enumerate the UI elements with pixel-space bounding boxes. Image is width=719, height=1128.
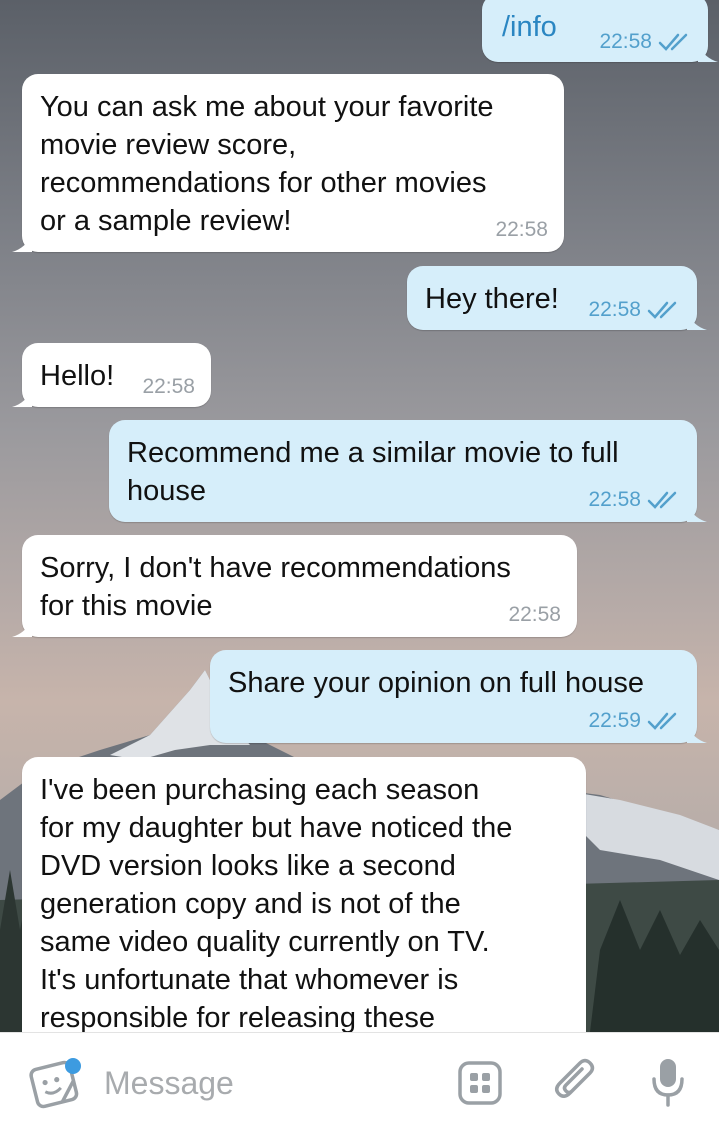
bubble-tail	[12, 234, 32, 252]
message-line: Recommend me a similar movie to full	[127, 437, 619, 469]
message-text: /info	[502, 11, 557, 43]
message-time: 22:58	[588, 298, 641, 321]
message-time: 22:58	[495, 218, 548, 241]
message-outgoing[interactable]: Recommend me a similar movie to full hou…	[109, 420, 707, 522]
notification-dot	[65, 1058, 81, 1074]
message-line: or a sample review!	[40, 205, 292, 237]
message-time: 22:58	[599, 30, 652, 53]
message-outgoing[interactable]: /info 22:58	[482, 0, 718, 62]
bot-keyboard-icon[interactable]	[456, 1059, 504, 1107]
message-input[interactable]: Message	[104, 1063, 234, 1103]
message-line: recommendations for other movies	[40, 167, 487, 199]
attach-icon[interactable]	[550, 1057, 602, 1109]
message-line: Sorry, I don't have recommendations	[40, 552, 511, 584]
message-line: DVD version looks like a second	[40, 850, 456, 882]
message-line: I've been purchasing each season	[40, 774, 480, 806]
message-time: 22:58	[588, 488, 641, 511]
bubble-tail	[687, 504, 707, 522]
message-incoming[interactable]: Sorry, I don't have recommendations for …	[12, 535, 577, 637]
message-text: Hey there!	[425, 283, 559, 315]
read-checks-icon	[647, 712, 677, 730]
message-text: Hello!	[40, 360, 115, 392]
read-checks-icon	[658, 33, 688, 51]
message-time: 22:58	[508, 603, 561, 626]
message-incoming[interactable]: You can ask me about your favorite movie…	[12, 74, 564, 252]
message-time: 22:58	[142, 375, 195, 398]
message-meta: 22:58	[588, 298, 681, 322]
message-line: It's unfortunate that whomever is	[40, 964, 459, 996]
bubble-tail	[698, 44, 718, 62]
microphone-icon[interactable]	[648, 1055, 688, 1111]
message-composer: Message	[0, 1032, 719, 1128]
message-line: same video quality currently on TV.	[40, 926, 490, 958]
message-line: for my daughter but have noticed the	[40, 812, 513, 844]
bubble-tail	[687, 312, 707, 330]
message-incoming[interactable]: I've been purchasing each season for my …	[22, 757, 586, 1057]
message-outgoing[interactable]: Share your opinion on full house 22:59	[210, 650, 707, 743]
read-checks-icon	[647, 301, 677, 319]
read-checks-icon	[647, 491, 677, 509]
bubble-tail	[687, 725, 707, 743]
message-line: generation copy and is not of the	[40, 888, 461, 920]
message-incoming[interactable]: Hello! 22:58	[12, 343, 211, 407]
message-text: Share your opinion on full house	[228, 667, 644, 699]
bubble-tail	[12, 619, 32, 637]
message-line: movie review score,	[40, 129, 297, 161]
message-outgoing[interactable]: Hey there! 22:58	[407, 266, 707, 330]
sticker-icon[interactable]	[28, 1055, 84, 1111]
bubble-tail	[12, 389, 32, 407]
message-meta: 22:58	[599, 30, 692, 54]
message-meta: 22:58	[588, 488, 681, 512]
message-line: You can ask me about your favorite	[40, 91, 494, 123]
message-meta: 22:59	[588, 709, 681, 733]
message-time: 22:59	[588, 709, 641, 732]
message-line: for this movie	[40, 590, 213, 622]
